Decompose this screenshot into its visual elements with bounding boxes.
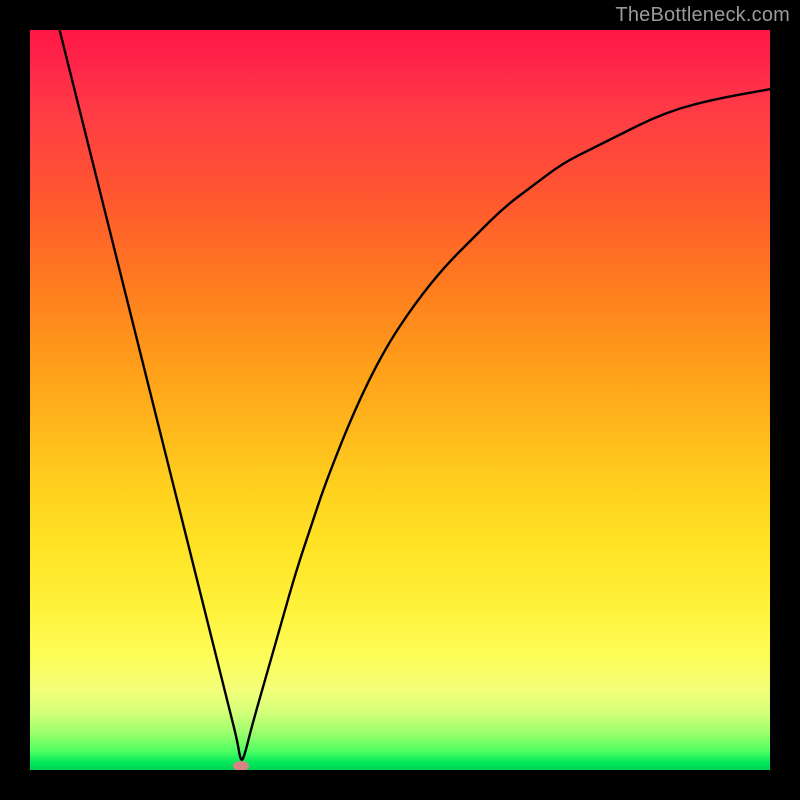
watermark-text: TheBottleneck.com: [615, 4, 790, 27]
chart-frame: TheBottleneck.com: [0, 0, 800, 800]
bottleneck-curve: [60, 30, 770, 760]
curve-layer: [30, 30, 770, 770]
plot-area: [30, 30, 770, 770]
optimal-point-marker: [233, 761, 249, 770]
